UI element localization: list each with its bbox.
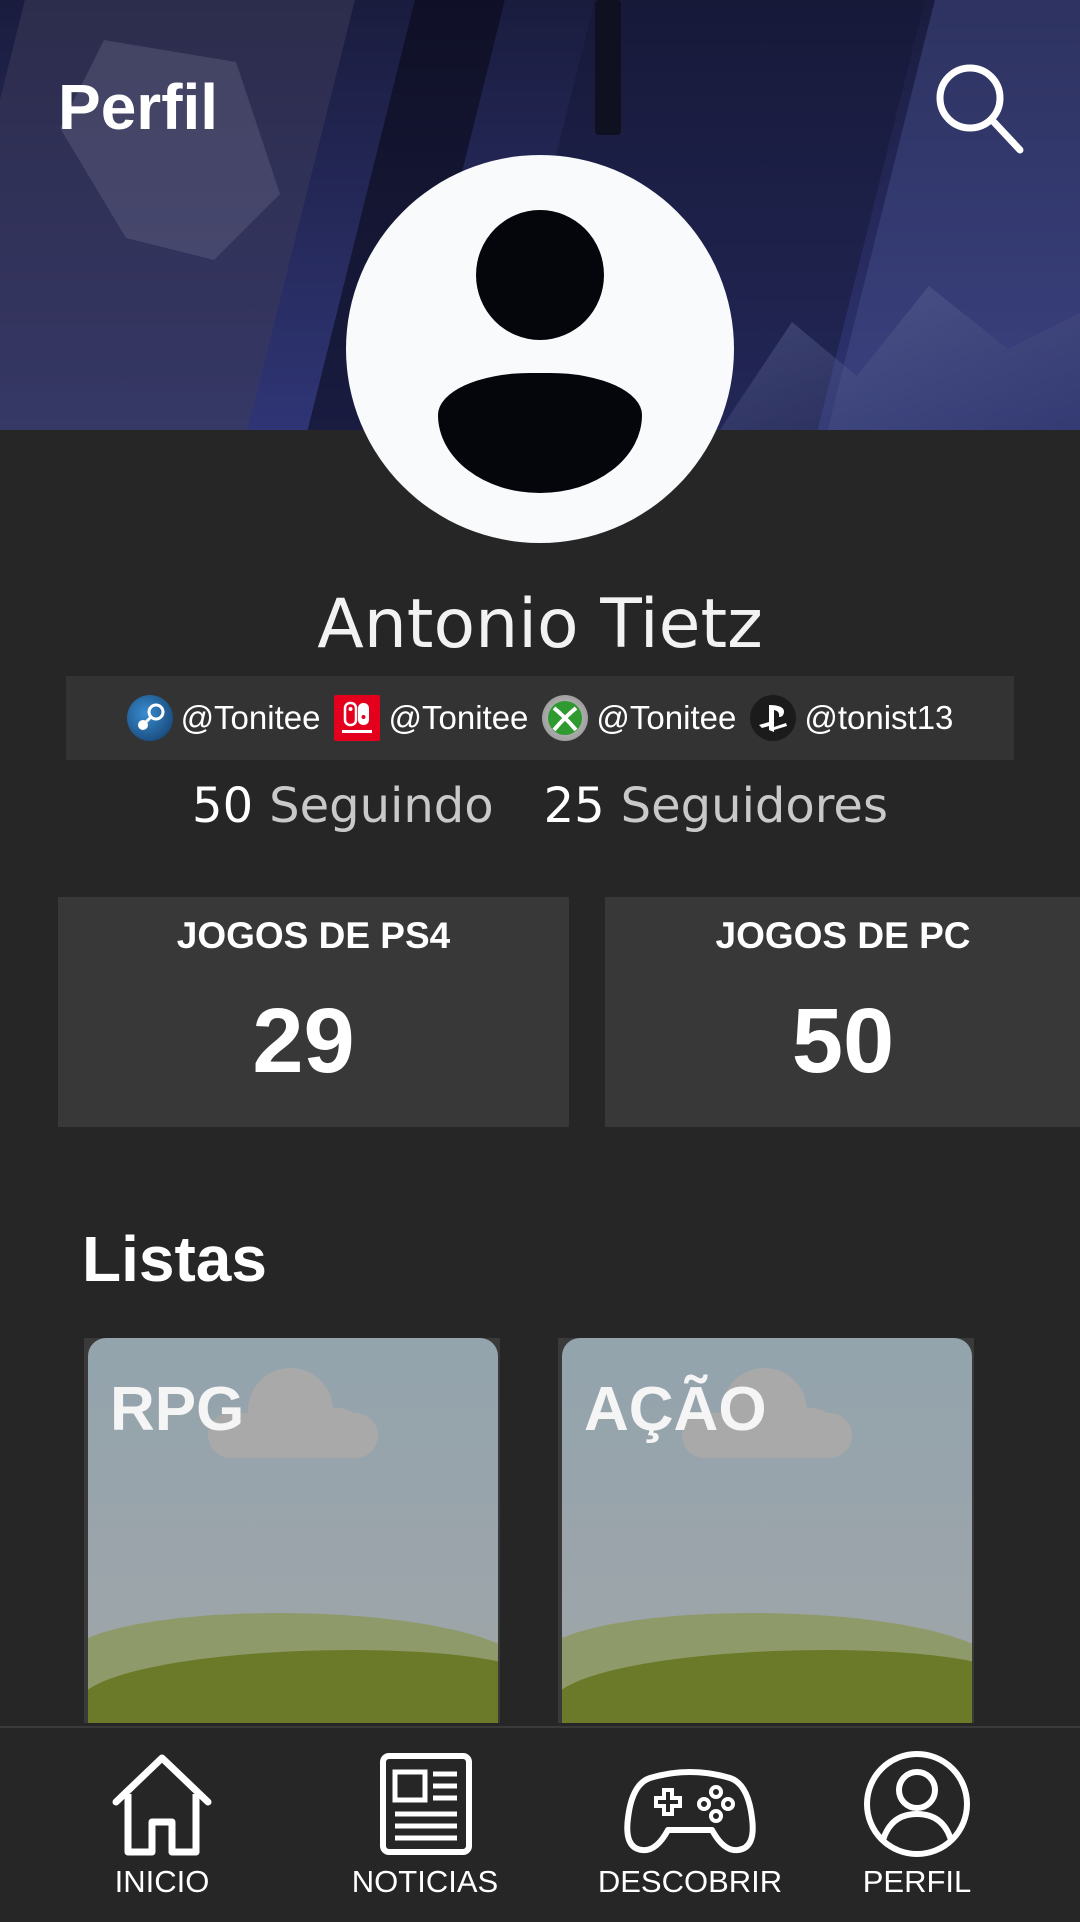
handle-text: @Tonitee [388,699,529,736]
handle-text: @tonist13 [804,699,954,736]
followers-label: Seguidores [620,778,888,834]
profile-icon [864,1751,970,1857]
handle-switch: @Tonitee [334,695,528,741]
user-name: Antonio Tietz [317,585,763,664]
nav-item-descobrir[interactable]: DESCOBRIR [595,1728,785,1922]
stat-label: JOGOS DE PC [715,915,971,956]
nav-label: INICIO [114,1864,210,1899]
newspaper-icon [380,1753,472,1855]
followers-link[interactable]: 25 Seguidores [544,778,888,834]
nav-item-noticias[interactable]: NOTICIAS [345,1728,505,1922]
handle-text: @Tonitee [596,699,737,736]
nav-item-inicio[interactable]: INICIO [92,1728,232,1922]
nav-label: DESCOBRIR [597,1864,783,1899]
list-thumbnail-placeholder: AÇÃO [562,1338,972,1723]
xbox-icon [542,695,589,741]
handle-playstation: @tonist13 [750,695,953,741]
avatar-body-shape [438,373,642,493]
following-count: 50 [192,778,254,834]
nintendo-switch-icon [334,695,381,741]
handle-steam: @Tonitee [126,695,321,741]
stat-value: 29 [252,990,355,1092]
nav-label: NOTICIAS [351,1864,499,1899]
avatar-head-shape [476,210,604,340]
nav-label: PERFIL [862,1864,972,1899]
following-link[interactable]: 50 Seguindo [192,778,494,834]
avatar[interactable] [346,155,734,543]
lists-section-title: Listas [82,1223,267,1295]
stat-label: JOGOS DE PS4 [176,915,451,956]
list-card-rpg[interactable]: RPG [84,1338,500,1723]
follow-stats: 50 Seguindo 25 Seguidores [0,778,1080,834]
followers-count: 25 [543,778,605,834]
stat-card-ps4[interactable]: JOGOS DE PS4 29 [58,897,569,1127]
nav-item-perfil[interactable]: PERFIL [857,1728,977,1922]
stat-card-pc[interactable]: JOGOS DE PC 50 [605,897,1080,1127]
stat-value: 50 [791,990,895,1092]
handle-text: @Tonitee [180,699,321,736]
platform-handles: @Tonitee @Tonitee @Tonitee @tonist13 [66,676,1014,760]
playstation-icon [750,695,797,741]
bottom-nav: INICIO NOTICIAS DESCOBRIR PERFIL [0,1726,1080,1922]
search-icon[interactable] [928,58,1028,158]
following-label: Seguindo [269,778,494,834]
list-label: RPG [110,1375,245,1444]
list-card-acao[interactable]: AÇÃO [558,1338,974,1723]
handle-xbox: @Tonitee [542,695,736,741]
page-title: Perfil [58,71,219,143]
list-label: AÇÃO [584,1375,767,1444]
home-icon [112,1754,212,1856]
list-thumbnail-placeholder: RPG [88,1338,498,1723]
steam-icon [126,695,173,741]
gamepad-icon [624,1769,756,1854]
